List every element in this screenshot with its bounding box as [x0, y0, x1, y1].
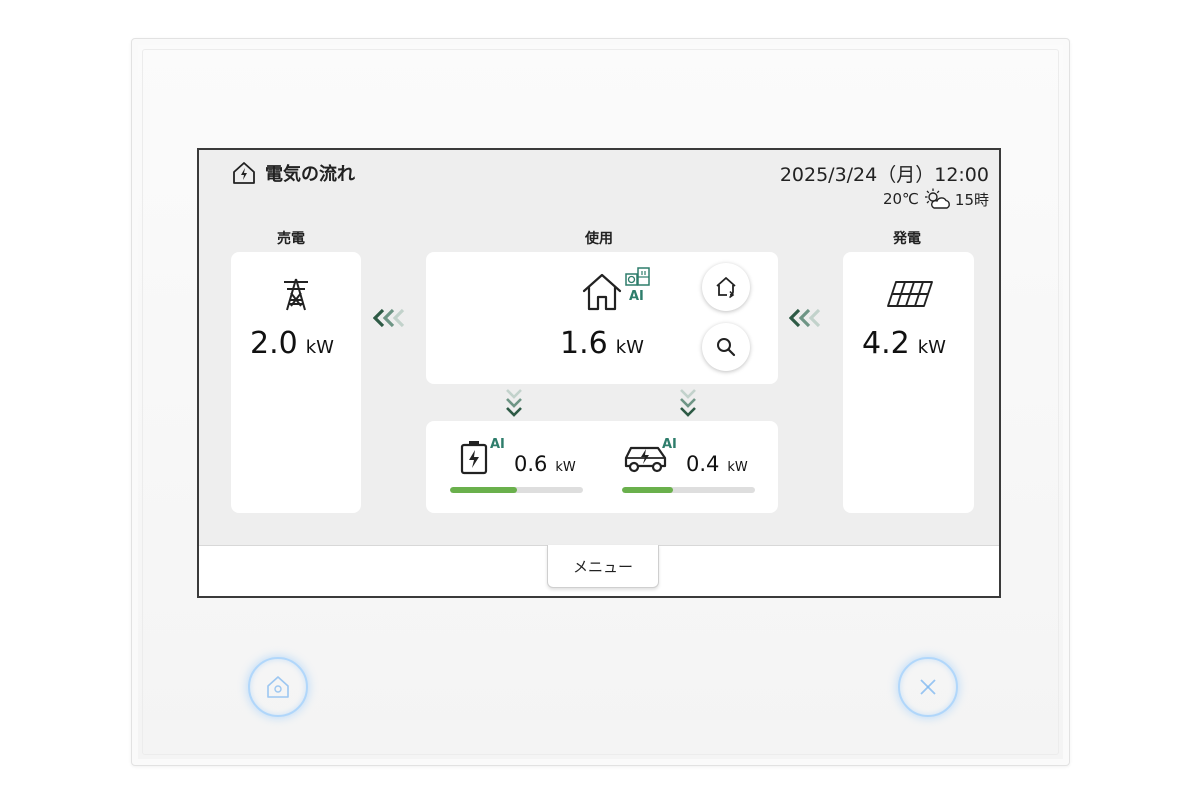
footer-bar: メニュー	[199, 545, 999, 596]
home-refresh-icon	[716, 277, 736, 299]
battery-ai-badge: AI	[490, 437, 505, 452]
use-card[interactable]: AI 1.6 kW	[426, 252, 778, 384]
sell-label: 売電	[277, 231, 305, 247]
page-title: 電気の流れ	[231, 160, 355, 186]
ev-ai-badge: AI	[662, 437, 677, 452]
generation-label: 発電	[893, 231, 921, 247]
sell-value: 2.0 kW	[250, 326, 334, 361]
storage-card[interactable]: AI 0.6 kW AI 0.4 kW	[426, 421, 778, 513]
battery-level-bar	[450, 487, 583, 493]
solar-panel-icon	[887, 281, 933, 307]
home-lightning-icon	[233, 162, 255, 184]
search-button[interactable]	[702, 323, 750, 371]
battery-icon	[460, 441, 488, 475]
house-icon	[582, 273, 622, 311]
ev-value: 0.4 kW	[686, 452, 748, 476]
refresh-button[interactable]	[702, 263, 750, 311]
ev-level-fill	[622, 487, 673, 493]
home-icon	[267, 676, 289, 698]
use-label: 使用	[585, 231, 613, 247]
menu-button[interactable]: メニュー	[547, 545, 659, 588]
close-icon	[920, 679, 936, 695]
date-time: 2025/3/24（月）12:00	[779, 164, 989, 186]
appliance-icon	[625, 267, 650, 286]
power-tower-icon	[284, 278, 308, 311]
flow-arrow-to-use	[789, 308, 821, 328]
forecast-hour: 15時	[954, 190, 989, 209]
flow-arrow-to-ev	[680, 389, 696, 417]
display-screen: 電気の流れ 2025/3/24（月）12:00 20℃ 15時 売電 使用 発電	[197, 148, 1001, 598]
generation-card[interactable]: 4.2 kW	[843, 252, 974, 513]
flow-arrow-to-sell	[373, 308, 405, 328]
menu-button-label: メニュー	[572, 557, 633, 576]
page-title-text: 電気の流れ	[265, 164, 355, 185]
use-value: 1.6 kW	[560, 326, 644, 361]
use-ai-badge: AI	[629, 289, 644, 304]
search-icon	[717, 338, 736, 357]
partly-cloudy-icon	[924, 188, 950, 209]
generation-value: 4.2 kW	[862, 326, 946, 361]
hardware-home-button[interactable]	[248, 657, 308, 717]
ev-level-bar	[622, 487, 755, 493]
hardware-close-button[interactable]	[898, 657, 958, 717]
sell-card[interactable]: 2.0 kW	[231, 252, 361, 513]
flow-arrow-to-battery	[506, 389, 522, 417]
battery-level-fill	[450, 487, 517, 493]
battery-value: 0.6 kW	[514, 452, 576, 476]
temperature: 20℃	[882, 190, 919, 208]
weather-forecast: 20℃ 15時	[883, 188, 989, 210]
